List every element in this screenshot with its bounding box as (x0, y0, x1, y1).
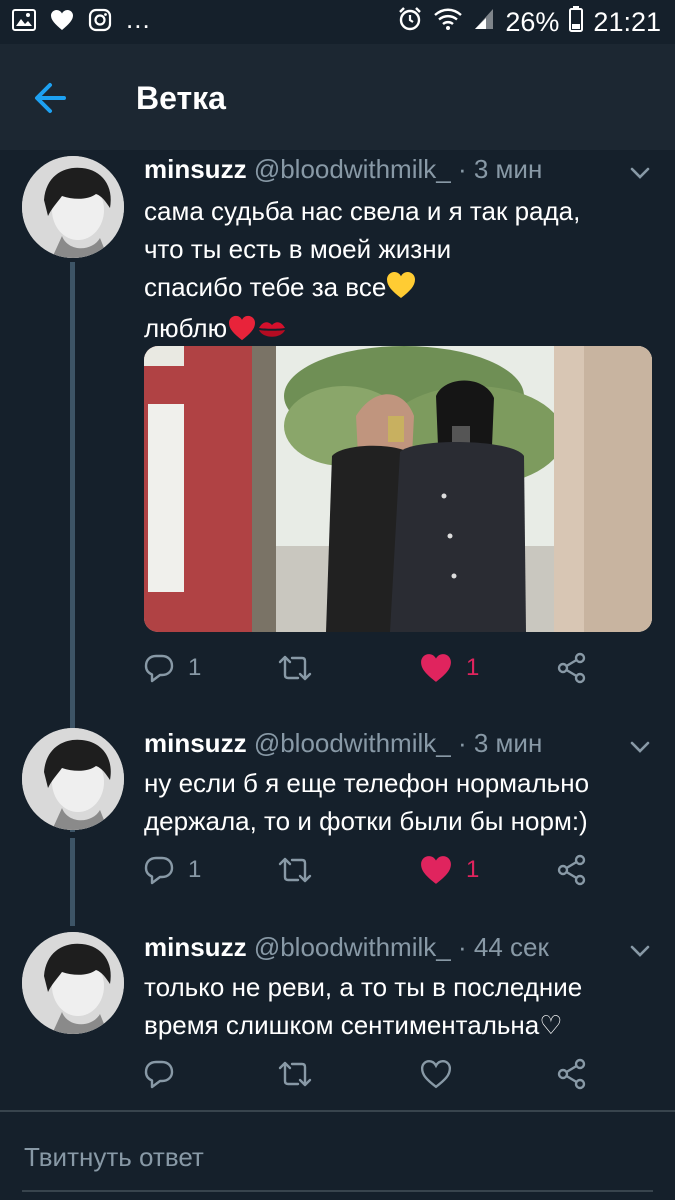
reply-bar: Твитнуть ответ (0, 1110, 675, 1200)
retweet-button[interactable] (278, 850, 312, 890)
reply-button[interactable]: 1 (144, 850, 201, 890)
tweet-actions (144, 1054, 644, 1094)
tweet-header: minsuzz @bloodwithmilk_ · 3 мин (144, 728, 542, 759)
reply-input-underline (22, 1190, 653, 1192)
tweet-menu-caret[interactable] (627, 160, 653, 186)
chevron-down-icon[interactable] (627, 734, 653, 760)
heart-filled-icon[interactable] (420, 855, 452, 885)
user-handle[interactable]: @bloodwithmilk_ (254, 154, 451, 184)
reply-icon[interactable] (144, 1059, 174, 1089)
tweet-time[interactable]: 3 мин (474, 154, 542, 184)
tweet-line: держала, то и фотки были бы норм:) (144, 806, 588, 836)
tweet-header: minsuzz @bloodwithmilk_ · 44 сек (144, 932, 549, 963)
app-header: Ветка (0, 44, 675, 150)
tweet-line: люблю (144, 313, 228, 343)
tweet-line-with-emoji: спасибо тебе за все (144, 268, 644, 309)
retweet-icon[interactable] (278, 653, 312, 683)
separator-dot: · (457, 154, 467, 184)
tweet-line-with-emoji: люблю (144, 309, 644, 351)
retweet-icon[interactable] (278, 855, 312, 885)
tweet-photo[interactable] (144, 346, 652, 632)
separator-dot: · (457, 728, 467, 758)
tweet-text: только не реви, а то ты в последние врем… (144, 968, 644, 1044)
tweet-text: сама судьба нас свела и я так рада, что … (144, 192, 644, 351)
tweet-line: время слишком сентиментальна♡ (144, 1010, 563, 1040)
share-button[interactable] (556, 1054, 588, 1094)
tweet-line: спасибо тебе за все (144, 272, 387, 302)
chevron-down-icon[interactable] (627, 160, 653, 186)
reply-button[interactable]: 1 (144, 648, 201, 688)
tweet-line: ну если б я еще телефон нормально (144, 768, 590, 798)
back-button[interactable] (26, 74, 74, 122)
heart-filled-icon[interactable] (420, 653, 452, 683)
gallery-icon (12, 9, 36, 36)
tweet-time[interactable]: 44 сек (474, 932, 549, 962)
tweet-line: только не реви, а то ты в последние (144, 972, 583, 1002)
page-title: Ветка (136, 80, 226, 116)
separator-dot: · (457, 932, 467, 962)
reply-input[interactable]: Твитнуть ответ (24, 1142, 204, 1173)
tweet-menu-caret[interactable] (627, 938, 653, 964)
mirror-selfie-photo[interactable] (144, 346, 652, 632)
tweet-text: ну если б я еще телефон нормально держал… (144, 764, 644, 840)
reply-button[interactable] (144, 1054, 188, 1094)
tweet-actions: 1 1 (144, 850, 644, 890)
thread: minsuzz @bloodwithmilk_ · 3 мин сама суд… (0, 150, 675, 1110)
tweet-line: что ты есть в моей жизни (144, 234, 452, 264)
retweet-button[interactable] (278, 648, 312, 688)
heart-notification-icon (50, 9, 74, 36)
share-icon[interactable] (556, 1058, 588, 1090)
reply-count: 1 (188, 654, 202, 681)
display-name[interactable]: minsuzz (144, 932, 247, 962)
user-handle[interactable]: @bloodwithmilk_ (254, 932, 451, 962)
reply-icon[interactable] (144, 653, 174, 683)
yellow-heart-icon (386, 271, 416, 309)
share-icon[interactable] (556, 854, 588, 886)
reply-count: 1 (188, 856, 202, 883)
like-count: 1 (466, 654, 480, 681)
retweet-icon[interactable] (278, 1059, 312, 1089)
avatar[interactable] (22, 728, 124, 830)
thread-connector-line (70, 838, 75, 926)
battery-icon (569, 6, 584, 39)
tweet-actions: 1 1 (144, 648, 644, 688)
heart-outline-icon[interactable] (420, 1059, 452, 1089)
status-bar: ... 26% 21:21 (0, 0, 675, 44)
instagram-icon (88, 8, 112, 37)
like-button[interactable] (420, 1054, 466, 1094)
display-name[interactable]: minsuzz (144, 154, 247, 184)
tweet-menu-caret[interactable] (627, 734, 653, 760)
tweet-header: minsuzz @bloodwithmilk_ · 3 мин (144, 154, 542, 185)
retweet-button[interactable] (278, 1054, 312, 1094)
share-icon[interactable] (556, 652, 588, 684)
tweet-time[interactable]: 3 мин (474, 728, 542, 758)
avatar[interactable] (22, 156, 124, 258)
wifi-icon (433, 7, 463, 38)
like-button[interactable]: 1 (420, 850, 479, 890)
avatar[interactable] (22, 932, 124, 1034)
like-button[interactable]: 1 (420, 648, 479, 688)
user-handle[interactable]: @bloodwithmilk_ (254, 728, 451, 758)
display-name[interactable]: minsuzz (144, 728, 247, 758)
share-button[interactable] (556, 648, 588, 688)
reply-icon[interactable] (144, 855, 174, 885)
tweet-line: сама судьба нас свела и я так рада, (144, 196, 581, 226)
clock-time: 21:21 (593, 7, 661, 37)
alarm-icon (397, 6, 423, 39)
signal-icon (473, 7, 495, 38)
back-arrow-icon[interactable] (26, 74, 74, 122)
battery-percent: 26% (505, 7, 560, 37)
chevron-down-icon[interactable] (627, 938, 653, 964)
like-count: 1 (466, 856, 480, 883)
share-button[interactable] (556, 850, 588, 890)
more-notifications: ... (126, 4, 151, 34)
